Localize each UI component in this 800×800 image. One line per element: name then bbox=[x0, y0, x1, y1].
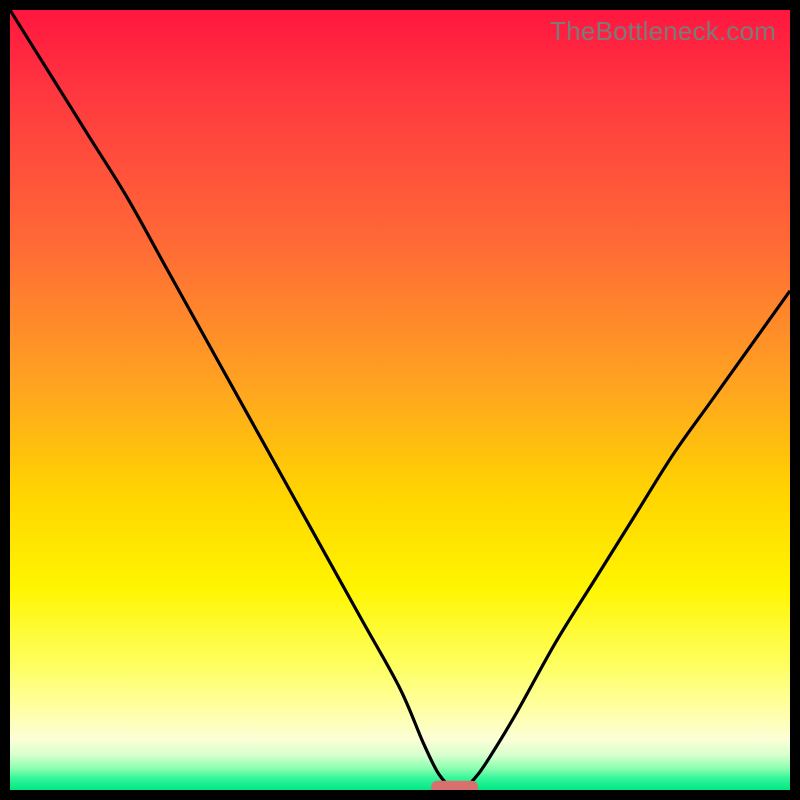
chart-frame: TheBottleneck.com bbox=[10, 10, 790, 790]
watermark-text: TheBottleneck.com bbox=[550, 16, 776, 47]
gradient-background bbox=[10, 10, 790, 790]
bottleneck-chart bbox=[10, 10, 790, 790]
sweet-spot-marker bbox=[431, 781, 478, 790]
